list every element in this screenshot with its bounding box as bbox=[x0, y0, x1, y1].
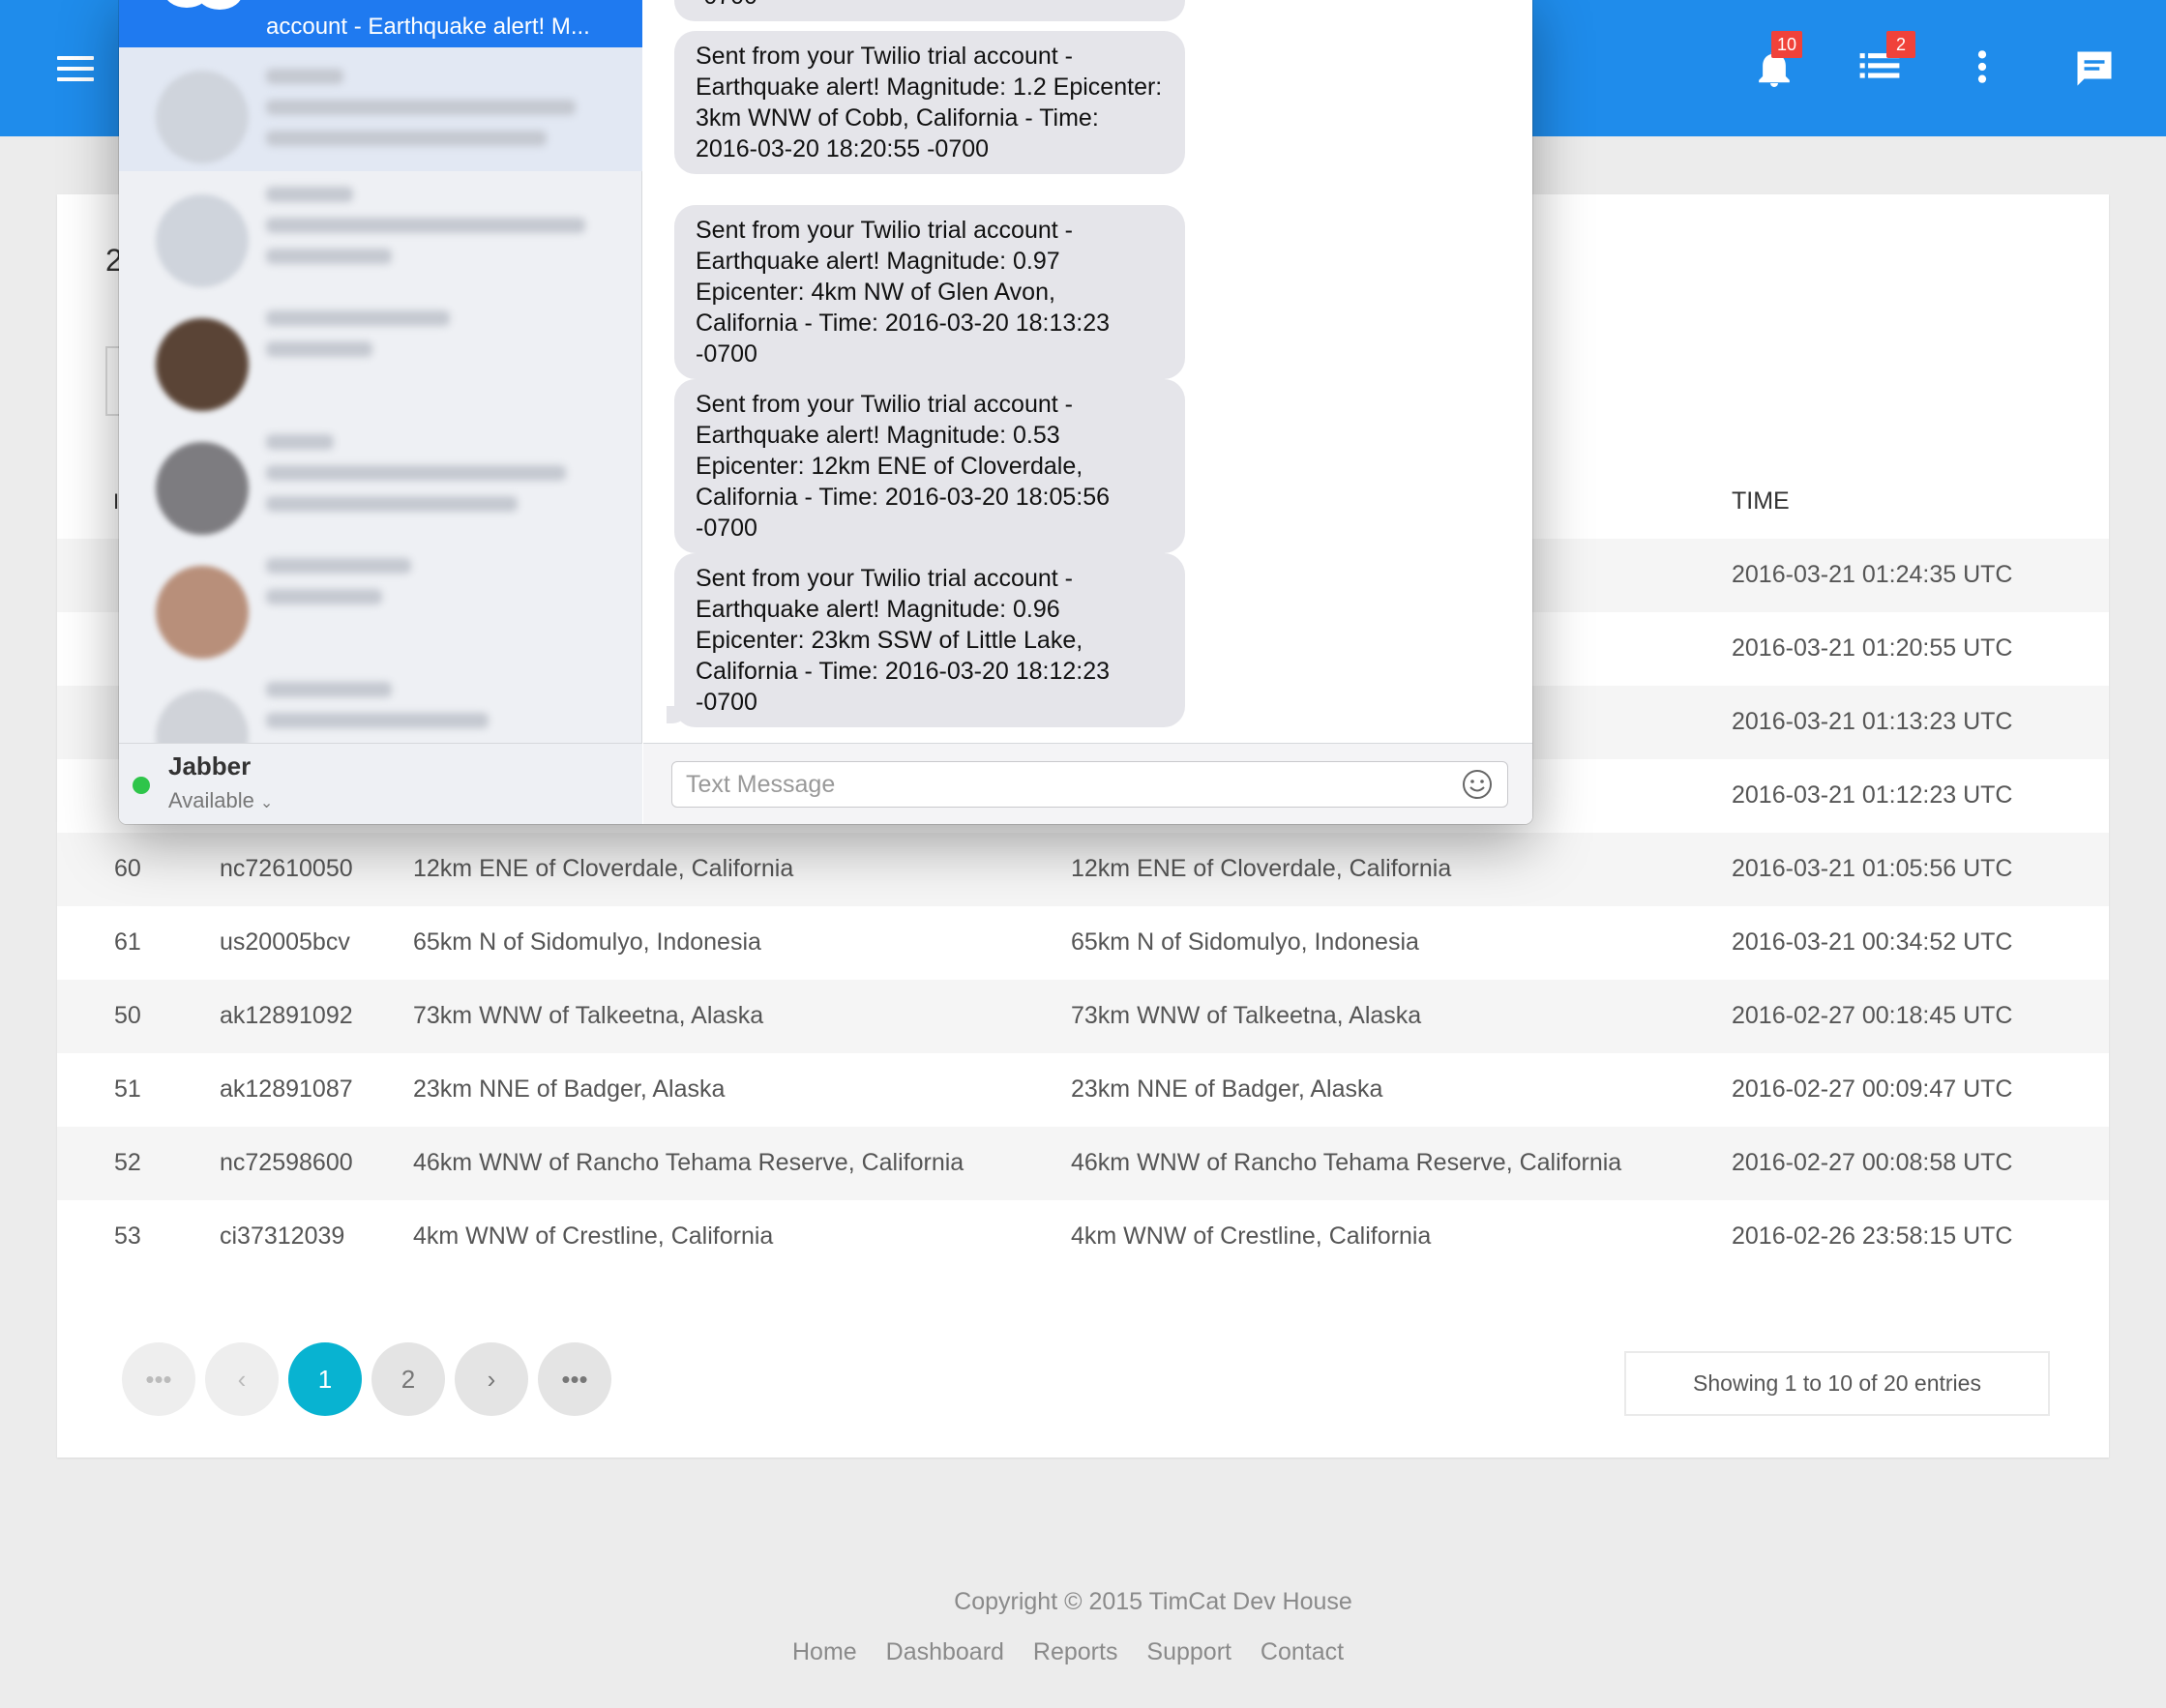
cell-id: 53 bbox=[114, 1222, 141, 1250]
conversation-item[interactable] bbox=[119, 171, 642, 295]
cell-code: ak12891092 bbox=[220, 1002, 353, 1029]
text-message-input[interactable] bbox=[671, 761, 1508, 808]
account-service-name: Jabber bbox=[168, 751, 252, 780]
conversation-item[interactable] bbox=[119, 543, 642, 666]
notifications-button[interactable]: 10 bbox=[1756, 31, 1803, 94]
message-composer bbox=[643, 743, 1532, 824]
cell-id: 60 bbox=[114, 855, 141, 882]
conversation-item[interactable] bbox=[119, 419, 642, 543]
cell-id: 50 bbox=[114, 1002, 141, 1029]
cell-place-detail: 12km ENE of Cloverdale, California bbox=[1071, 855, 1452, 882]
cell-place: 46km WNW of Rancho Tehama Reserve, Calif… bbox=[413, 1149, 964, 1176]
notifications-badge: 10 bbox=[1771, 31, 1803, 58]
conversation-sidebar: account - Earthquake alert! M... Jabber … bbox=[119, 0, 642, 824]
cell-time: 2016-03-21 01:24:35 UTC bbox=[1732, 561, 2013, 588]
pagination-page-2[interactable]: 2 bbox=[371, 1342, 445, 1416]
availability-value: Available bbox=[168, 788, 254, 812]
chat-bubbles-icon bbox=[167, 0, 241, 10]
message-bubble: Sent from your Twilio trial account - Ea… bbox=[674, 31, 1185, 174]
message-bubble: Sent from your Twilio trial account - Ea… bbox=[674, 205, 1185, 379]
conversation-preview: account - Earthquake alert! M... bbox=[266, 14, 590, 40]
cell-place-detail: 4km WNW of Crestline, California bbox=[1071, 1222, 1432, 1250]
table-row: 51 ak12891087 23km NNE of Badger, Alaska… bbox=[57, 1053, 2109, 1127]
cell-time: 2016-03-21 00:34:52 UTC bbox=[1732, 928, 2013, 956]
copyright: Copyright © 2015 TimCat Dev House bbox=[954, 1588, 1352, 1615]
cell-code: nc72610050 bbox=[220, 855, 353, 882]
message-bubble-fragment: -0700 bbox=[674, 0, 1185, 21]
cell-time: 2016-03-21 01:05:56 UTC bbox=[1732, 855, 2013, 882]
table-row: 61 us20005bcv 65km N of Sidomulyo, Indon… bbox=[57, 906, 2109, 980]
cell-time: 2016-03-21 01:12:23 UTC bbox=[1732, 781, 2013, 809]
footer-link-contact[interactable]: Contact bbox=[1261, 1638, 1344, 1665]
cell-place: 4km WNW of Crestline, California bbox=[413, 1222, 774, 1250]
conversation-pane: -0700 Sent from your Twilio trial accoun… bbox=[643, 0, 1532, 824]
pagination-next-button[interactable]: › bbox=[455, 1342, 528, 1416]
avatar bbox=[156, 442, 249, 535]
footer-link-support[interactable]: Support bbox=[1146, 1638, 1231, 1665]
cell-id: 51 bbox=[114, 1075, 141, 1103]
footer-link-dashboard[interactable]: Dashboard bbox=[886, 1638, 1004, 1665]
cell-place: 12km ENE of Cloverdale, California bbox=[413, 855, 794, 882]
cell-place: 73km WNW of Talkeetna, Alaska bbox=[413, 1002, 764, 1029]
cell-place-detail: 23km NNE of Badger, Alaska bbox=[1071, 1075, 1383, 1103]
pagination-prev-button[interactable]: ‹ bbox=[205, 1342, 279, 1416]
chat-icon[interactable] bbox=[2073, 48, 2116, 94]
pagination-page-1[interactable]: 1 bbox=[288, 1342, 362, 1416]
menu-icon[interactable] bbox=[57, 56, 94, 81]
table-row: 50 ak12891092 73km WNW of Talkeetna, Ala… bbox=[57, 980, 2109, 1053]
table-row: 53 ci37312039 4km WNW of Crestline, Cali… bbox=[57, 1200, 2109, 1274]
cell-id: 52 bbox=[114, 1149, 141, 1176]
cell-time: 2016-02-27 00:08:58 UTC bbox=[1732, 1149, 2013, 1176]
table-row: 52 nc72598600 46km WNW of Rancho Tehama … bbox=[57, 1127, 2109, 1200]
cell-place: 23km NNE of Badger, Alaska bbox=[413, 1075, 726, 1103]
cell-time: 2016-03-21 01:20:55 UTC bbox=[1732, 634, 2013, 662]
messages-window: account - Earthquake alert! M... Jabber … bbox=[119, 0, 1532, 824]
tasks-badge: 2 bbox=[1886, 31, 1915, 58]
footer-link-home[interactable]: Home bbox=[792, 1638, 857, 1665]
availability-dropdown[interactable]: Available ⌄ bbox=[168, 788, 273, 813]
emoji-icon[interactable] bbox=[1462, 769, 1493, 800]
avatar bbox=[156, 71, 249, 163]
cell-place-detail: 46km WNW of Rancho Tehama Reserve, Calif… bbox=[1071, 1149, 1622, 1176]
cell-id: 61 bbox=[114, 928, 141, 956]
cell-time: 2016-02-27 00:09:47 UTC bbox=[1732, 1075, 2013, 1103]
avatar bbox=[156, 194, 249, 287]
pagination-first-button[interactable]: ••• bbox=[122, 1342, 195, 1416]
cell-time: 2016-02-26 23:58:15 UTC bbox=[1732, 1222, 2013, 1250]
online-dot-icon bbox=[133, 777, 150, 794]
cell-code: us20005bcv bbox=[220, 928, 350, 956]
footer-link-reports[interactable]: Reports bbox=[1033, 1638, 1118, 1665]
table-row: 60 nc72610050 12km ENE of Cloverdale, Ca… bbox=[57, 833, 2109, 906]
cell-time: 2016-02-27 00:18:45 UTC bbox=[1732, 1002, 2013, 1029]
pagination-info: Showing 1 to 10 of 20 entries bbox=[1624, 1351, 2050, 1416]
message-bubble: Sent from your Twilio trial account - Ea… bbox=[674, 553, 1185, 727]
cell-place-detail: 73km WNW of Talkeetna, Alaska bbox=[1071, 1002, 1422, 1029]
avatar bbox=[156, 318, 249, 411]
tasks-button[interactable]: 2 bbox=[1859, 31, 1915, 86]
cell-time: 2016-03-21 01:13:23 UTC bbox=[1732, 708, 2013, 735]
cell-code: ak12891087 bbox=[220, 1075, 353, 1103]
conversation-item[interactable] bbox=[119, 295, 642, 419]
message-bubble: Sent from your Twilio trial account - Ea… bbox=[674, 379, 1185, 553]
footer-links: Home Dashboard Reports Support Contact bbox=[792, 1638, 1366, 1666]
column-header-time[interactable]: TIME bbox=[1732, 487, 1790, 515]
chevron-down-icon: ⌄ bbox=[259, 795, 274, 811]
account-status: Jabber Available ⌄ bbox=[119, 743, 642, 824]
cell-code: ci37312039 bbox=[220, 1222, 345, 1250]
more-vert-icon[interactable] bbox=[1977, 48, 1987, 90]
cell-place: 65km N of Sidomulyo, Indonesia bbox=[413, 928, 761, 956]
conversation-item[interactable] bbox=[119, 47, 642, 171]
cell-code: nc72598600 bbox=[220, 1149, 353, 1176]
pagination-last-button[interactable]: ••• bbox=[538, 1342, 611, 1416]
avatar bbox=[156, 566, 249, 659]
cell-place-detail: 65km N of Sidomulyo, Indonesia bbox=[1071, 928, 1419, 956]
